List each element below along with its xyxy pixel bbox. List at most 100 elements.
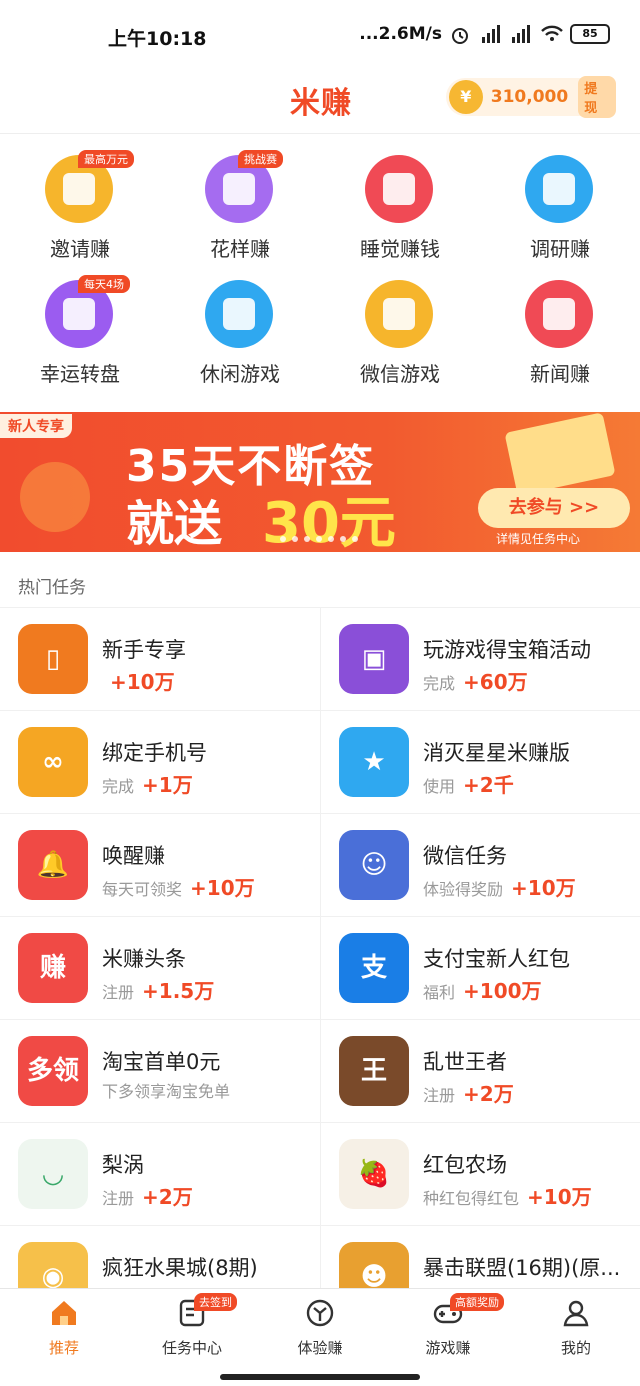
task-reward: +60万: [463, 670, 528, 694]
task-status: 完成: [423, 674, 456, 693]
task-status: 种红包得红包: [423, 1189, 520, 1208]
grid-item[interactable]: 微信游戏: [320, 265, 480, 390]
bell-icon: 🔔: [18, 830, 88, 900]
banner-join-button[interactable]: 去参与 >>: [478, 488, 630, 528]
task-meta: 注册 +2万: [102, 1181, 193, 1210]
task-status: 注册: [102, 1189, 135, 1208]
game-avatar-icon: 王: [339, 1036, 409, 1106]
nav-item[interactable]: 我的: [512, 1289, 640, 1359]
task-meta: 使用 +2千: [423, 769, 514, 798]
grid-item-badge: 最高万元: [78, 150, 134, 168]
nav-label: 任务中心: [161, 1339, 222, 1357]
coin-balance[interactable]: ¥ 310,000 提现: [446, 76, 616, 118]
grid-item[interactable]: 新闻赚: [480, 265, 640, 390]
task-reward: +10万: [110, 670, 175, 694]
withdraw-button[interactable]: 提现: [578, 76, 616, 118]
task-meta: +10万: [102, 666, 175, 695]
status-icons: ...2.6M/s 85: [359, 24, 610, 44]
task-item[interactable]: 🍓 红包农场 种红包得红包 +10万: [320, 1122, 640, 1225]
task-item[interactable]: ∞ 绑定手机号 完成 +1万: [0, 710, 320, 813]
banner-note: 详情见任务中心: [496, 532, 581, 546]
task-item[interactable]: ◡ 梨涡 注册 +2万: [0, 1122, 320, 1225]
task-meta: 完成 +1万: [102, 769, 193, 798]
task-reward: +2万: [142, 1185, 193, 1209]
newspaper-icon: [525, 280, 593, 348]
task-title: 支付宝新人红包: [423, 947, 570, 971]
task-reward: +10万: [190, 876, 255, 900]
task-meta: 体验得奖励 +10万: [423, 872, 576, 901]
task-title: 米赚头条: [102, 947, 186, 971]
task-status: 下多领享淘宝免单: [102, 1082, 231, 1101]
grid-item-badge: 挑战赛: [238, 150, 283, 168]
carousel-dots: [280, 536, 358, 542]
task-status: 注册: [423, 1086, 456, 1105]
battery-icon: 85: [570, 24, 610, 44]
status-bar: 上午10:18 ...2.6M/s 85: [0, 0, 640, 72]
nav-item[interactable]: 推荐: [0, 1289, 128, 1359]
grid-item-label: 睡觉赚钱: [360, 237, 440, 261]
task-item[interactable]: 支支付宝新人红包 福利 +100万: [320, 916, 640, 1019]
task-title: 唤醒赚: [102, 844, 165, 868]
task-item[interactable]: 多领 淘宝首单0元下多领享淘宝免单: [0, 1019, 320, 1122]
task-reward: +2千: [463, 773, 514, 797]
headline-icon: 赚: [18, 933, 88, 1003]
task-meta: 种红包得红包 +10万: [423, 1181, 592, 1210]
task-item[interactable]: 🔔 唤醒赚每天可领奖 +10万: [0, 813, 320, 916]
nav-item[interactable]: 高额奖励 游戏赚: [384, 1289, 512, 1359]
hot-tasks-title: 热门任务: [18, 578, 86, 598]
app-header: 米赚 ¥ 310,000 提现: [0, 72, 640, 134]
task-meta: 下多领享淘宝免单: [102, 1078, 230, 1102]
home-icon: [48, 1297, 80, 1329]
grid-item-badge: 每天4场: [78, 275, 130, 293]
task-title: 新手专享: [102, 638, 186, 662]
grid-item[interactable]: 调研赚: [480, 140, 640, 265]
nav-label: 我的: [560, 1339, 591, 1357]
banner-tag: 新人专享: [0, 414, 72, 438]
grid-item-label: 邀请赚: [50, 237, 110, 261]
task-item[interactable]: ▯ 新手专享 +10万: [0, 607, 320, 710]
signal-icon: [480, 25, 502, 43]
task-item[interactable]: 赚米赚头条注册 +1.5万: [0, 916, 320, 1019]
task-meta: 每天可领奖 +10万: [102, 872, 255, 901]
wifi-icon: [540, 25, 563, 43]
grid-item-label: 新闻赚: [530, 362, 590, 386]
grid-item-label: 调研赚: [530, 237, 590, 261]
task-reward: +1.5万: [142, 979, 215, 1003]
task-meta: 注册 +1.5万: [102, 975, 214, 1004]
task-reward: +10万: [527, 1185, 592, 1209]
task-item[interactable]: ★ 消灭星星米赚版 使用 +2千: [320, 710, 640, 813]
task-status: 注册: [102, 983, 135, 1002]
red-envelope-icon: [20, 462, 90, 532]
grid-item[interactable]: 睡觉赚钱: [320, 140, 480, 265]
grid-item-label: 微信游戏: [360, 362, 440, 386]
task-title: 暴击联盟(16期)(原...: [423, 1256, 621, 1280]
nav-item[interactable]: 去签到 任务中心: [128, 1289, 256, 1359]
task-item[interactable]: ☺ 微信任务 体验得奖励 +10万: [320, 813, 640, 916]
grid-item-label: 休闲游戏: [200, 362, 280, 386]
task-title: 疯狂水果城(8期): [102, 1256, 258, 1280]
nav-item[interactable]: 体验赚: [256, 1289, 384, 1359]
task-item[interactable]: 王乱世王者 注册 +2万: [320, 1019, 640, 1122]
task-reward: +10万: [511, 876, 576, 900]
taobao-icon: 多领: [18, 1036, 88, 1106]
task-reward: +1万: [142, 773, 193, 797]
task-title: 红包农场: [423, 1153, 507, 1177]
nav-label: 体验赚: [297, 1339, 343, 1357]
promo-banner[interactable]: 新人专享 35天不断签 就送 30元 去参与 >> 详情见任务中心: [0, 412, 640, 552]
nav-label: 游戏赚: [425, 1339, 471, 1357]
wechat-task-icon: ☺: [339, 830, 409, 900]
grid-item[interactable]: 休闲游戏: [160, 265, 320, 390]
grid-item[interactable]: 挑战赛 花样赚: [160, 140, 320, 265]
task-reward: +100万: [463, 979, 542, 1003]
phone-hand-icon: ▯: [18, 624, 88, 694]
grid-item[interactable]: 最高万元邀请赚: [0, 140, 160, 265]
alarm-status-icon: [450, 25, 472, 44]
coin-amount: 310,000: [490, 87, 569, 107]
status-time: 上午10:18: [108, 28, 207, 50]
grid-item[interactable]: 每天4场 幸运转盘: [0, 265, 160, 390]
home-indicator[interactable]: [220, 1374, 420, 1380]
task-title: 淘宝首单0元: [102, 1050, 221, 1074]
task-title: 乱世王者: [423, 1050, 507, 1074]
task-item[interactable]: ▣ 玩游戏得宝箱活动 完成 +60万: [320, 607, 640, 710]
bottom-nav: 推荐 去签到 任务中心体验赚 高额奖励 游戏赚我的: [0, 1288, 640, 1386]
